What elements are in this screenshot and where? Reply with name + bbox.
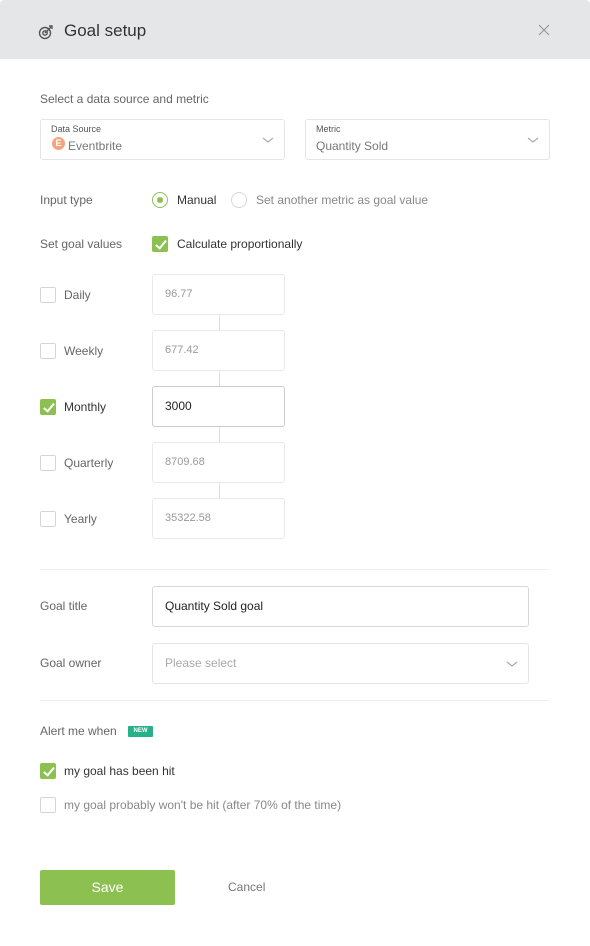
goal-miss-alert-checkbox[interactable] bbox=[40, 797, 56, 813]
new-badge: NEW bbox=[128, 726, 153, 737]
section-divider bbox=[40, 700, 550, 701]
proportional-label[interactable]: Calculate proportionally bbox=[177, 237, 302, 251]
chevron-down-icon bbox=[527, 137, 539, 143]
dialog-header: Goal setup bbox=[0, 0, 590, 59]
alert-section-label: Alert me when bbox=[40, 724, 117, 738]
goal-miss-alert-label[interactable]: my goal probably won't be hit (after 70%… bbox=[64, 798, 341, 812]
metric-select[interactable]: Metric Quantity Sold bbox=[305, 119, 550, 160]
data-source-small-label: Data Source bbox=[51, 124, 102, 134]
source-section-label: Select a data source and metric bbox=[40, 92, 209, 106]
close-icon[interactable] bbox=[536, 22, 552, 38]
metric-value: Quantity Sold bbox=[316, 139, 389, 153]
goal-connector bbox=[219, 427, 220, 442]
quarterly-goal-input[interactable]: 8709.68 bbox=[152, 442, 285, 483]
save-button[interactable]: Save bbox=[40, 870, 175, 905]
goal-connector bbox=[219, 371, 220, 386]
metric-goal-radio-label[interactable]: Set another metric as goal value bbox=[256, 193, 428, 207]
daily-checkbox[interactable] bbox=[40, 287, 56, 303]
data-source-value: Eventbrite bbox=[68, 139, 123, 153]
yearly-label[interactable]: Yearly bbox=[64, 512, 97, 526]
daily-label[interactable]: Daily bbox=[64, 288, 91, 302]
goal-hit-alert-checkbox[interactable] bbox=[40, 763, 56, 779]
goal-title-input[interactable]: Quantity Sold goal bbox=[152, 586, 529, 627]
yearly-goal-input[interactable]: 35322.58 bbox=[152, 498, 285, 539]
metric-small-label: Metric bbox=[316, 124, 341, 134]
weekly-label[interactable]: Weekly bbox=[64, 344, 103, 358]
goal-values-label: Set goal values bbox=[40, 237, 123, 251]
daily-goal-input[interactable]: 96.77 bbox=[152, 274, 285, 315]
cancel-button[interactable]: Cancel bbox=[228, 880, 265, 894]
eventbrite-logo-icon: E bbox=[52, 137, 65, 150]
chevron-down-icon bbox=[506, 661, 518, 667]
weekly-goal-input[interactable]: 677.42 bbox=[152, 330, 285, 371]
goal-owner-select[interactable]: Please select bbox=[152, 643, 529, 684]
goal-owner-label: Goal owner bbox=[40, 656, 102, 670]
manual-radio-label[interactable]: Manual bbox=[177, 193, 216, 207]
goal-connector bbox=[219, 483, 220, 498]
target-icon bbox=[38, 25, 53, 40]
goal-owner-placeholder: Please select bbox=[165, 656, 237, 670]
input-type-label: Input type bbox=[40, 193, 93, 207]
proportional-checkbox[interactable] bbox=[152, 236, 168, 252]
section-divider bbox=[40, 569, 550, 570]
metric-goal-radio[interactable] bbox=[231, 192, 247, 208]
goal-hit-alert-label[interactable]: my goal has been hit bbox=[64, 764, 175, 778]
monthly-goal-input[interactable]: 3000 bbox=[152, 386, 285, 427]
weekly-checkbox[interactable] bbox=[40, 343, 56, 359]
dialog-title: Goal setup bbox=[64, 21, 147, 40]
goal-title-label: Goal title bbox=[40, 599, 88, 613]
data-source-select[interactable]: Data Source E Eventbrite bbox=[40, 119, 285, 160]
monthly-label[interactable]: Monthly bbox=[64, 400, 106, 414]
chevron-down-icon bbox=[262, 137, 274, 143]
manual-radio[interactable] bbox=[152, 192, 168, 208]
yearly-checkbox[interactable] bbox=[40, 511, 56, 527]
goal-connector bbox=[219, 315, 220, 330]
monthly-checkbox[interactable] bbox=[40, 399, 56, 415]
quarterly-checkbox[interactable] bbox=[40, 455, 56, 471]
quarterly-label[interactable]: Quarterly bbox=[64, 456, 113, 470]
